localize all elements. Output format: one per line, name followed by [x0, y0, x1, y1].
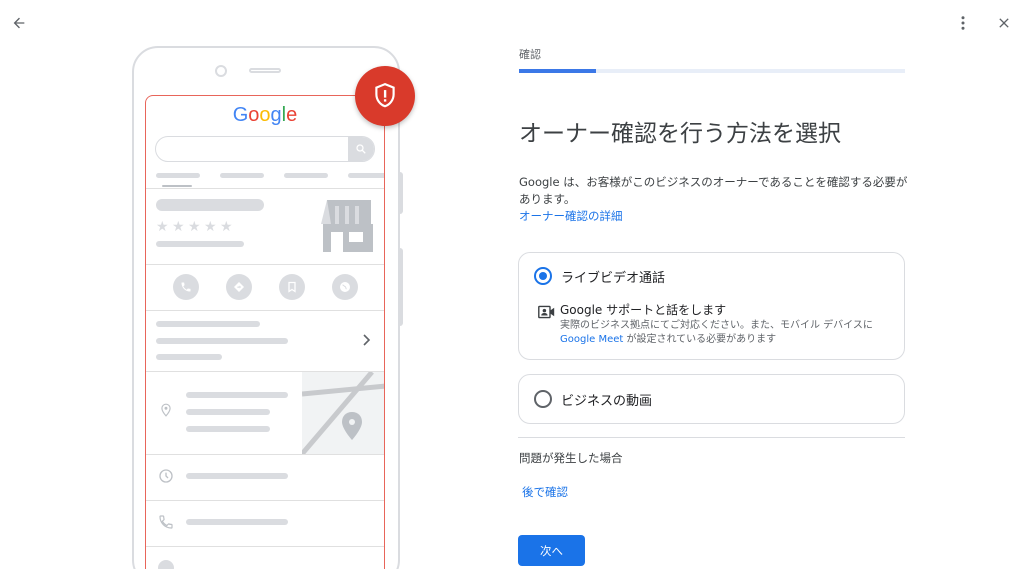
mock-business-name — [156, 199, 264, 211]
google-logo-letter: g — [270, 104, 282, 126]
google-logo-letter: o — [248, 104, 260, 126]
mock-website-icon — [332, 274, 358, 300]
phone-side-button — [398, 172, 403, 214]
chevron-right-icon — [363, 334, 371, 346]
star-icon: ★ — [204, 219, 217, 235]
phone-icon — [159, 515, 173, 529]
google-logo-letter: e — [286, 104, 298, 126]
mock-tab — [348, 173, 384, 178]
arrow-back-icon — [13, 17, 25, 29]
option-description-text-after: が設定されている必要があります — [623, 334, 777, 345]
close-button[interactable] — [991, 10, 1017, 36]
mock-text-line — [186, 409, 270, 415]
radio-button-unselected[interactable] — [534, 390, 552, 408]
verify-later-link[interactable]: 後で確認 — [522, 484, 568, 500]
description-text: Google は、お客様がこのビジネスのオーナーであることを確認する必要がありま… — [519, 175, 908, 206]
divider — [518, 437, 905, 438]
more-options-button[interactable] — [950, 10, 976, 36]
divider — [146, 310, 384, 311]
mock-tab — [220, 173, 264, 178]
option-live-video-call[interactable]: ライブビデオ通話 Google サポートと話をします 実際のビジネス拠点にてご対… — [518, 252, 905, 360]
mock-text-line — [186, 426, 270, 432]
trouble-label: 問題が発生した場合 — [519, 451, 623, 465]
mock-tab — [284, 173, 328, 178]
search-icon — [348, 137, 374, 161]
star-icon: ★ — [172, 219, 185, 235]
divider — [146, 546, 384, 547]
mock-map — [302, 372, 384, 454]
mock-text-line — [186, 473, 288, 479]
star-icon: ★ — [156, 219, 169, 235]
clock-icon — [159, 469, 173, 483]
option-label: ライブビデオ通話 — [561, 271, 666, 286]
more-vert-icon — [961, 16, 965, 30]
phone-side-button — [398, 248, 403, 326]
shield-alert-icon — [355, 66, 415, 126]
divider — [146, 500, 384, 501]
mock-tab-indicator — [162, 185, 192, 187]
mock-search-box — [155, 136, 375, 162]
divider — [146, 454, 384, 455]
google-logo: Google — [146, 104, 384, 127]
mock-text-line — [156, 354, 222, 360]
progress-bar — [519, 69, 905, 73]
radio-button-selected[interactable] — [534, 267, 552, 285]
star-icon: ★ — [188, 219, 201, 235]
step-label: 確認 — [519, 48, 541, 61]
mock-text-line — [186, 519, 288, 525]
option-subtitle: Google サポートと話をします — [560, 303, 727, 317]
divider — [146, 264, 384, 265]
option-description: 実際のビジネス拠点にてご対応ください。また、モバイル デバイスに Google M… — [560, 319, 898, 347]
back-button[interactable] — [6, 10, 32, 36]
google-logo-letter: G — [232, 104, 249, 126]
mock-tab — [156, 173, 200, 178]
details-link[interactable]: オーナー確認の詳細 — [519, 208, 623, 224]
mock-globe-icon — [158, 560, 174, 569]
storefront-icon — [321, 200, 373, 252]
mock-call-icon — [173, 274, 199, 300]
option-description-text: 実際のビジネス拠点にてご対応ください。また、モバイル デバイスに — [560, 320, 873, 331]
video-call-icon — [538, 305, 555, 319]
mock-directions-icon — [226, 274, 252, 300]
mock-save-icon — [279, 274, 305, 300]
mock-text-line — [156, 241, 244, 247]
mock-text-line — [156, 321, 260, 327]
google-meet-link[interactable]: Google Meet — [560, 334, 623, 345]
mock-text-line — [156, 338, 288, 344]
page-title: オーナー確認を行う方法を選択 — [519, 121, 841, 147]
google-logo-letter: o — [259, 104, 271, 126]
close-icon — [999, 18, 1009, 28]
location-pin-icon — [161, 403, 171, 417]
star-icon: ★ — [220, 219, 233, 235]
next-button[interactable]: 次へ — [518, 535, 585, 566]
phone-camera — [215, 65, 227, 77]
progress-fill — [519, 69, 597, 73]
option-business-video[interactable]: ビジネスの動画 — [518, 374, 905, 424]
mock-text-line — [186, 392, 288, 398]
phone-screen: Google ★ ★ ★ ★ ★ — [145, 95, 385, 569]
phone-speaker — [249, 68, 281, 73]
divider — [146, 188, 384, 189]
option-label: ビジネスの動画 — [561, 394, 653, 409]
